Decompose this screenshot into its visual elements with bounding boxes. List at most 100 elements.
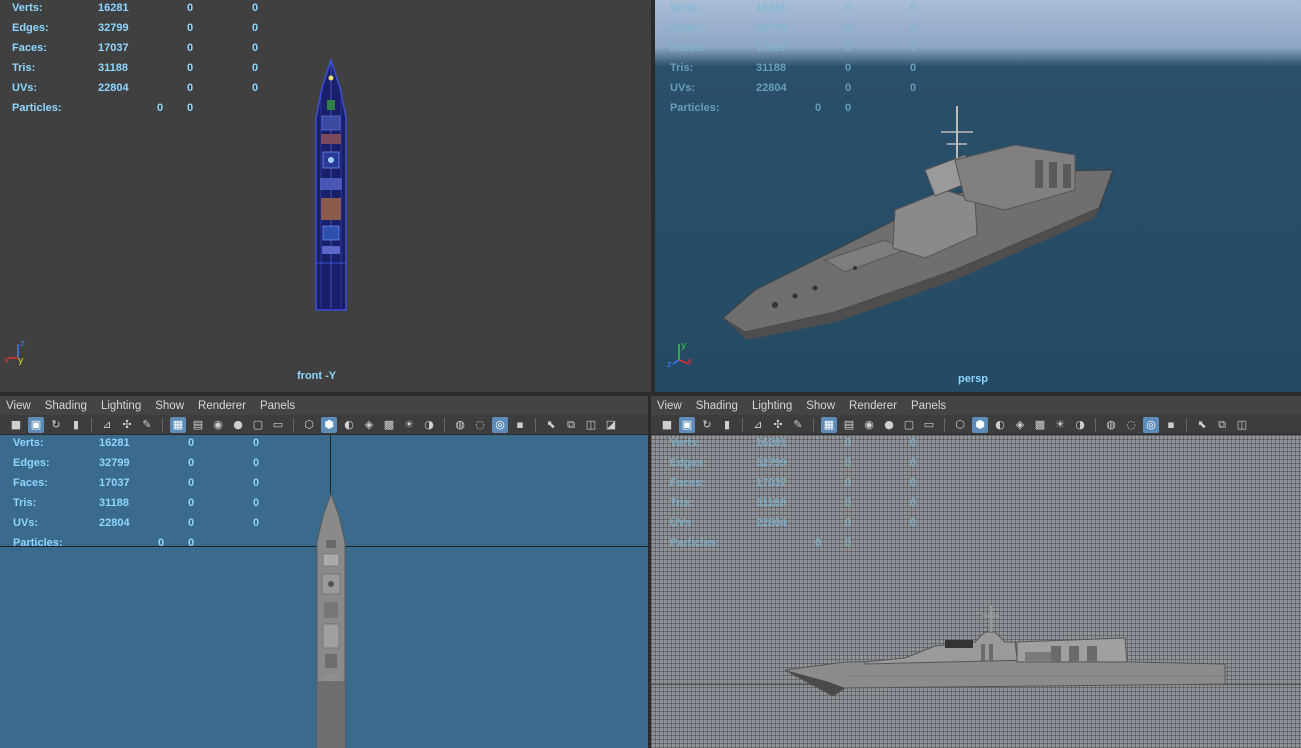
toolbar-divider [293,417,294,432]
grid-icon[interactable]: ▦ [821,416,837,433]
camera-move-icon[interactable]: ↻ [699,417,715,433]
safe-action-icon[interactable]: ● [881,417,897,433]
safe-title-icon[interactable]: ▢ [901,417,917,433]
field-chart-icon[interactable]: ◉ [210,417,226,433]
resolution-gate-icon[interactable]: ▤ [190,417,206,433]
textured-icon[interactable]: ◈ [1012,417,1028,433]
svg-text:y: y [18,356,24,366]
toolbar-divider [444,417,445,432]
antialias-icon[interactable]: ◌ [472,417,488,433]
axis-gizmo: z x y [4,339,25,366]
panel-toolbar: ■ ▣ ↻ ▮ ⊿ ✣ ✎ ▦ ▤ ◉ ● ▢ ▭ ⬡ ⬢ ◐ ◈ ▩ ☀ ◑ … [651,415,1301,435]
shadows-icon[interactable]: ▩ [381,417,397,433]
svg-text:z: z [20,339,25,349]
snap-icon[interactable]: ✣ [770,417,786,433]
pane-icon[interactable]: ◫ [583,417,599,433]
pane-divider-vertical[interactable] [648,396,651,748]
image-plane-icon[interactable]: ⊿ [99,417,115,433]
toolbar-divider [944,417,945,432]
isolate-icon[interactable]: ◎ [492,416,508,433]
menu-renderer[interactable]: Renderer [198,400,246,412]
axis-gizmo: y x z [667,341,693,368]
menu-view[interactable]: View [6,400,31,412]
ao-icon[interactable]: ◑ [1072,417,1088,433]
motion-blur-icon[interactable]: ◍ [1103,417,1119,433]
smooth-shade-icon[interactable]: ⬢ [972,416,988,433]
image-plane-icon[interactable]: ⊿ [750,417,766,433]
menu-lighting[interactable]: Lighting [101,400,141,412]
film-gate-icon[interactable]: ▣ [28,416,44,433]
select-icon[interactable]: ⬉ [543,417,559,433]
menu-renderer[interactable]: Renderer [849,400,897,412]
safe-action-icon[interactable]: ● [230,417,246,433]
ship-front-wireframe[interactable] [312,58,350,314]
isolate-icon[interactable]: ◎ [1143,416,1159,433]
menu-shading[interactable]: Shading [45,400,87,412]
menu-panels[interactable]: Panels [911,400,946,412]
default-material-icon[interactable]: ◐ [992,417,1008,433]
layout-icon[interactable]: ⧉ [563,417,579,433]
viewport-top[interactable]: View Shading Lighting Show Renderer Pane… [0,396,648,748]
film-gate-icon[interactable]: ▣ [679,416,695,433]
snap-icon[interactable]: ✣ [119,417,135,433]
bookmark-icon[interactable]: ▮ [719,417,735,433]
wireframe-icon[interactable]: ⬡ [301,417,317,433]
camera-icon[interactable]: ■ [8,417,24,433]
display-icon[interactable]: ◪ [603,417,619,433]
ao-icon[interactable]: ◑ [421,417,437,433]
menu-view[interactable]: View [657,400,682,412]
panel-toolbar: ■ ▣ ↻ ▮ ⊿ ✣ ✎ ▦ ▤ ◉ ● ▢ ▭ ⬡ ⬢ ◐ ◈ ▩ ☀ ◑ … [0,415,648,435]
toolbar-divider [162,417,163,432]
select-icon[interactable]: ⬉ [1194,417,1210,433]
xray-icon[interactable]: ▪ [512,417,528,433]
gate-mask-icon[interactable]: ▭ [921,417,937,433]
xray-icon[interactable]: ▪ [1163,417,1179,433]
grease-pencil-icon[interactable]: ✎ [139,417,155,433]
viewport-side[interactable]: View Shading Lighting Show Renderer Pane… [651,396,1301,748]
camera-icon[interactable]: ■ [659,417,675,433]
layout-icon[interactable]: ⧉ [1214,417,1230,433]
pane-icon[interactable]: ◫ [1234,417,1250,433]
lights-icon[interactable]: ☀ [1052,417,1068,433]
ship-top-model[interactable] [314,492,348,748]
toolbar-divider [742,417,743,432]
camera-label-front: front -Y [297,370,337,382]
viewport-front[interactable]: Verts: 16281 0 0 Edges: 32799 0 0 Faces: 17037 0… [0,0,651,392]
toolbar-divider [813,417,814,432]
viewport-persp[interactable]: Verts: 16281 0 0 Edges: 32799 0 0 Faces: 17037 0… [655,0,1301,392]
panel-menubar: View Shading Lighting Show Renderer Pane… [651,396,1301,415]
ship-side-model[interactable] [785,602,1229,702]
camera-move-icon[interactable]: ↻ [48,417,64,433]
grease-pencil-icon[interactable]: ✎ [790,417,806,433]
antialias-icon[interactable]: ◌ [1123,417,1139,433]
gate-mask-icon[interactable]: ▭ [270,417,286,433]
smooth-shade-icon[interactable]: ⬢ [321,416,337,433]
resolution-gate-icon[interactable]: ▤ [841,417,857,433]
lights-icon[interactable]: ☀ [401,417,417,433]
camera-label-persp: persp [958,373,988,385]
menu-show[interactable]: Show [806,400,835,412]
menu-lighting[interactable]: Lighting [752,400,792,412]
toolbar-divider [91,417,92,432]
svg-text:x: x [687,357,693,367]
toolbar-divider [535,417,536,432]
bookmark-icon[interactable]: ▮ [68,417,84,433]
ship-persp-model[interactable] [715,100,1125,340]
svg-text:y: y [681,341,687,351]
toolbar-divider [1095,417,1096,432]
toolbar-divider [1186,417,1187,432]
wireframe-icon[interactable]: ⬡ [952,417,968,433]
pane-divider-vertical[interactable] [651,0,655,392]
menu-show[interactable]: Show [155,400,184,412]
field-chart-icon[interactable]: ◉ [861,417,877,433]
menu-shading[interactable]: Shading [696,400,738,412]
svg-text:z: z [667,360,672,368]
panel-menubar: View Shading Lighting Show Renderer Pane… [0,396,648,415]
shadows-icon[interactable]: ▩ [1032,417,1048,433]
menu-panels[interactable]: Panels [260,400,295,412]
default-material-icon[interactable]: ◐ [341,417,357,433]
motion-blur-icon[interactable]: ◍ [452,417,468,433]
textured-icon[interactable]: ◈ [361,417,377,433]
safe-title-icon[interactable]: ▢ [250,417,266,433]
grid-icon[interactable]: ▦ [170,416,186,433]
